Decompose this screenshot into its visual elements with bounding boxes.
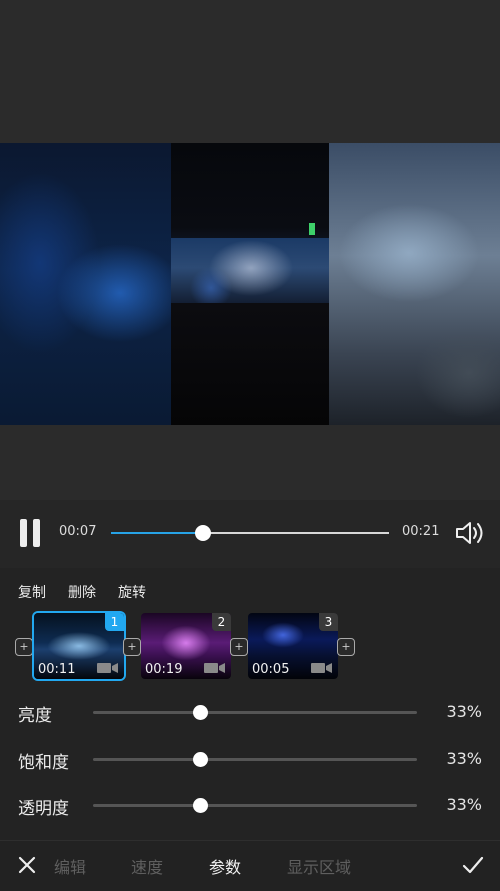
clip-number: 3: [319, 613, 338, 631]
pause-icon[interactable]: [20, 519, 42, 547]
progress-knob[interactable]: [194, 525, 211, 541]
rotate-button[interactable]: 旋转: [118, 582, 146, 602]
brightness-label: 亮度: [18, 706, 52, 726]
opacity-knob[interactable]: [192, 798, 208, 813]
video-preview[interactable]: [0, 143, 500, 425]
opacity-value: 33%: [446, 795, 482, 814]
saturation-knob[interactable]: [192, 752, 208, 767]
add-clip-button[interactable]: +: [123, 638, 141, 656]
clip-thumbnail-1[interactable]: 1 00:11: [34, 613, 124, 679]
clip-duration: 00:11: [38, 662, 76, 677]
tab-display-area[interactable]: 显示区域: [287, 854, 351, 878]
bottom-toolbar: 编辑 速度 参数 显示区域: [0, 840, 500, 891]
blurred-background-left: [0, 143, 171, 425]
video-camera-icon: [311, 663, 332, 673]
total-time: 00:21: [402, 524, 440, 539]
opacity-label: 透明度: [18, 799, 69, 819]
clip-duration: 00:19: [145, 662, 183, 677]
brightness-slider[interactable]: [93, 705, 417, 720]
clip-thumbnail-2[interactable]: 2 00:19: [141, 613, 231, 679]
saturation-value: 33%: [446, 749, 482, 768]
playback-controls: 00:07 00:21: [0, 510, 500, 556]
progress-bar[interactable]: [111, 525, 389, 541]
clip-thumbnail-3[interactable]: 3 00:05: [248, 613, 338, 679]
saturation-row: 饱和度 33%: [0, 744, 500, 774]
tab-speed[interactable]: 速度: [131, 854, 163, 878]
add-clip-button[interactable]: +: [337, 638, 355, 656]
clip-number: 1: [105, 613, 124, 631]
saturation-label: 饱和度: [18, 753, 69, 773]
blurred-background-right: [329, 143, 500, 425]
copy-button[interactable]: 复制: [18, 582, 46, 602]
delete-button[interactable]: 删除: [68, 582, 96, 602]
close-icon[interactable]: [17, 855, 37, 875]
saturation-slider[interactable]: [93, 752, 417, 767]
video-camera-icon: [97, 663, 118, 673]
clip-duration: 00:05: [252, 662, 290, 677]
exit-sign: [309, 223, 315, 235]
tab-params[interactable]: 参数: [209, 854, 241, 878]
brightness-row: 亮度 33%: [0, 697, 500, 727]
opacity-row: 透明度 33%: [0, 790, 500, 820]
brightness-knob[interactable]: [192, 705, 208, 720]
clip-number: 2: [212, 613, 231, 631]
concert-stage: [171, 238, 329, 313]
progress-fill: [111, 532, 203, 534]
edit-panel: 复制 删除 旋转 + 1 00:11 + 2 00:19 + 3 00:05 +…: [0, 568, 500, 840]
video-frame: [171, 143, 329, 425]
add-clip-button[interactable]: +: [230, 638, 248, 656]
checkmark-icon[interactable]: [462, 854, 484, 876]
brightness-value: 33%: [446, 702, 482, 721]
tab-edit[interactable]: 编辑: [54, 854, 86, 878]
speaker-icon[interactable]: [454, 518, 486, 548]
add-clip-button[interactable]: +: [15, 638, 33, 656]
current-time: 00:07: [59, 524, 97, 539]
concert-crowd: [171, 303, 329, 425]
opacity-slider[interactable]: [93, 798, 417, 813]
video-camera-icon: [204, 663, 225, 673]
